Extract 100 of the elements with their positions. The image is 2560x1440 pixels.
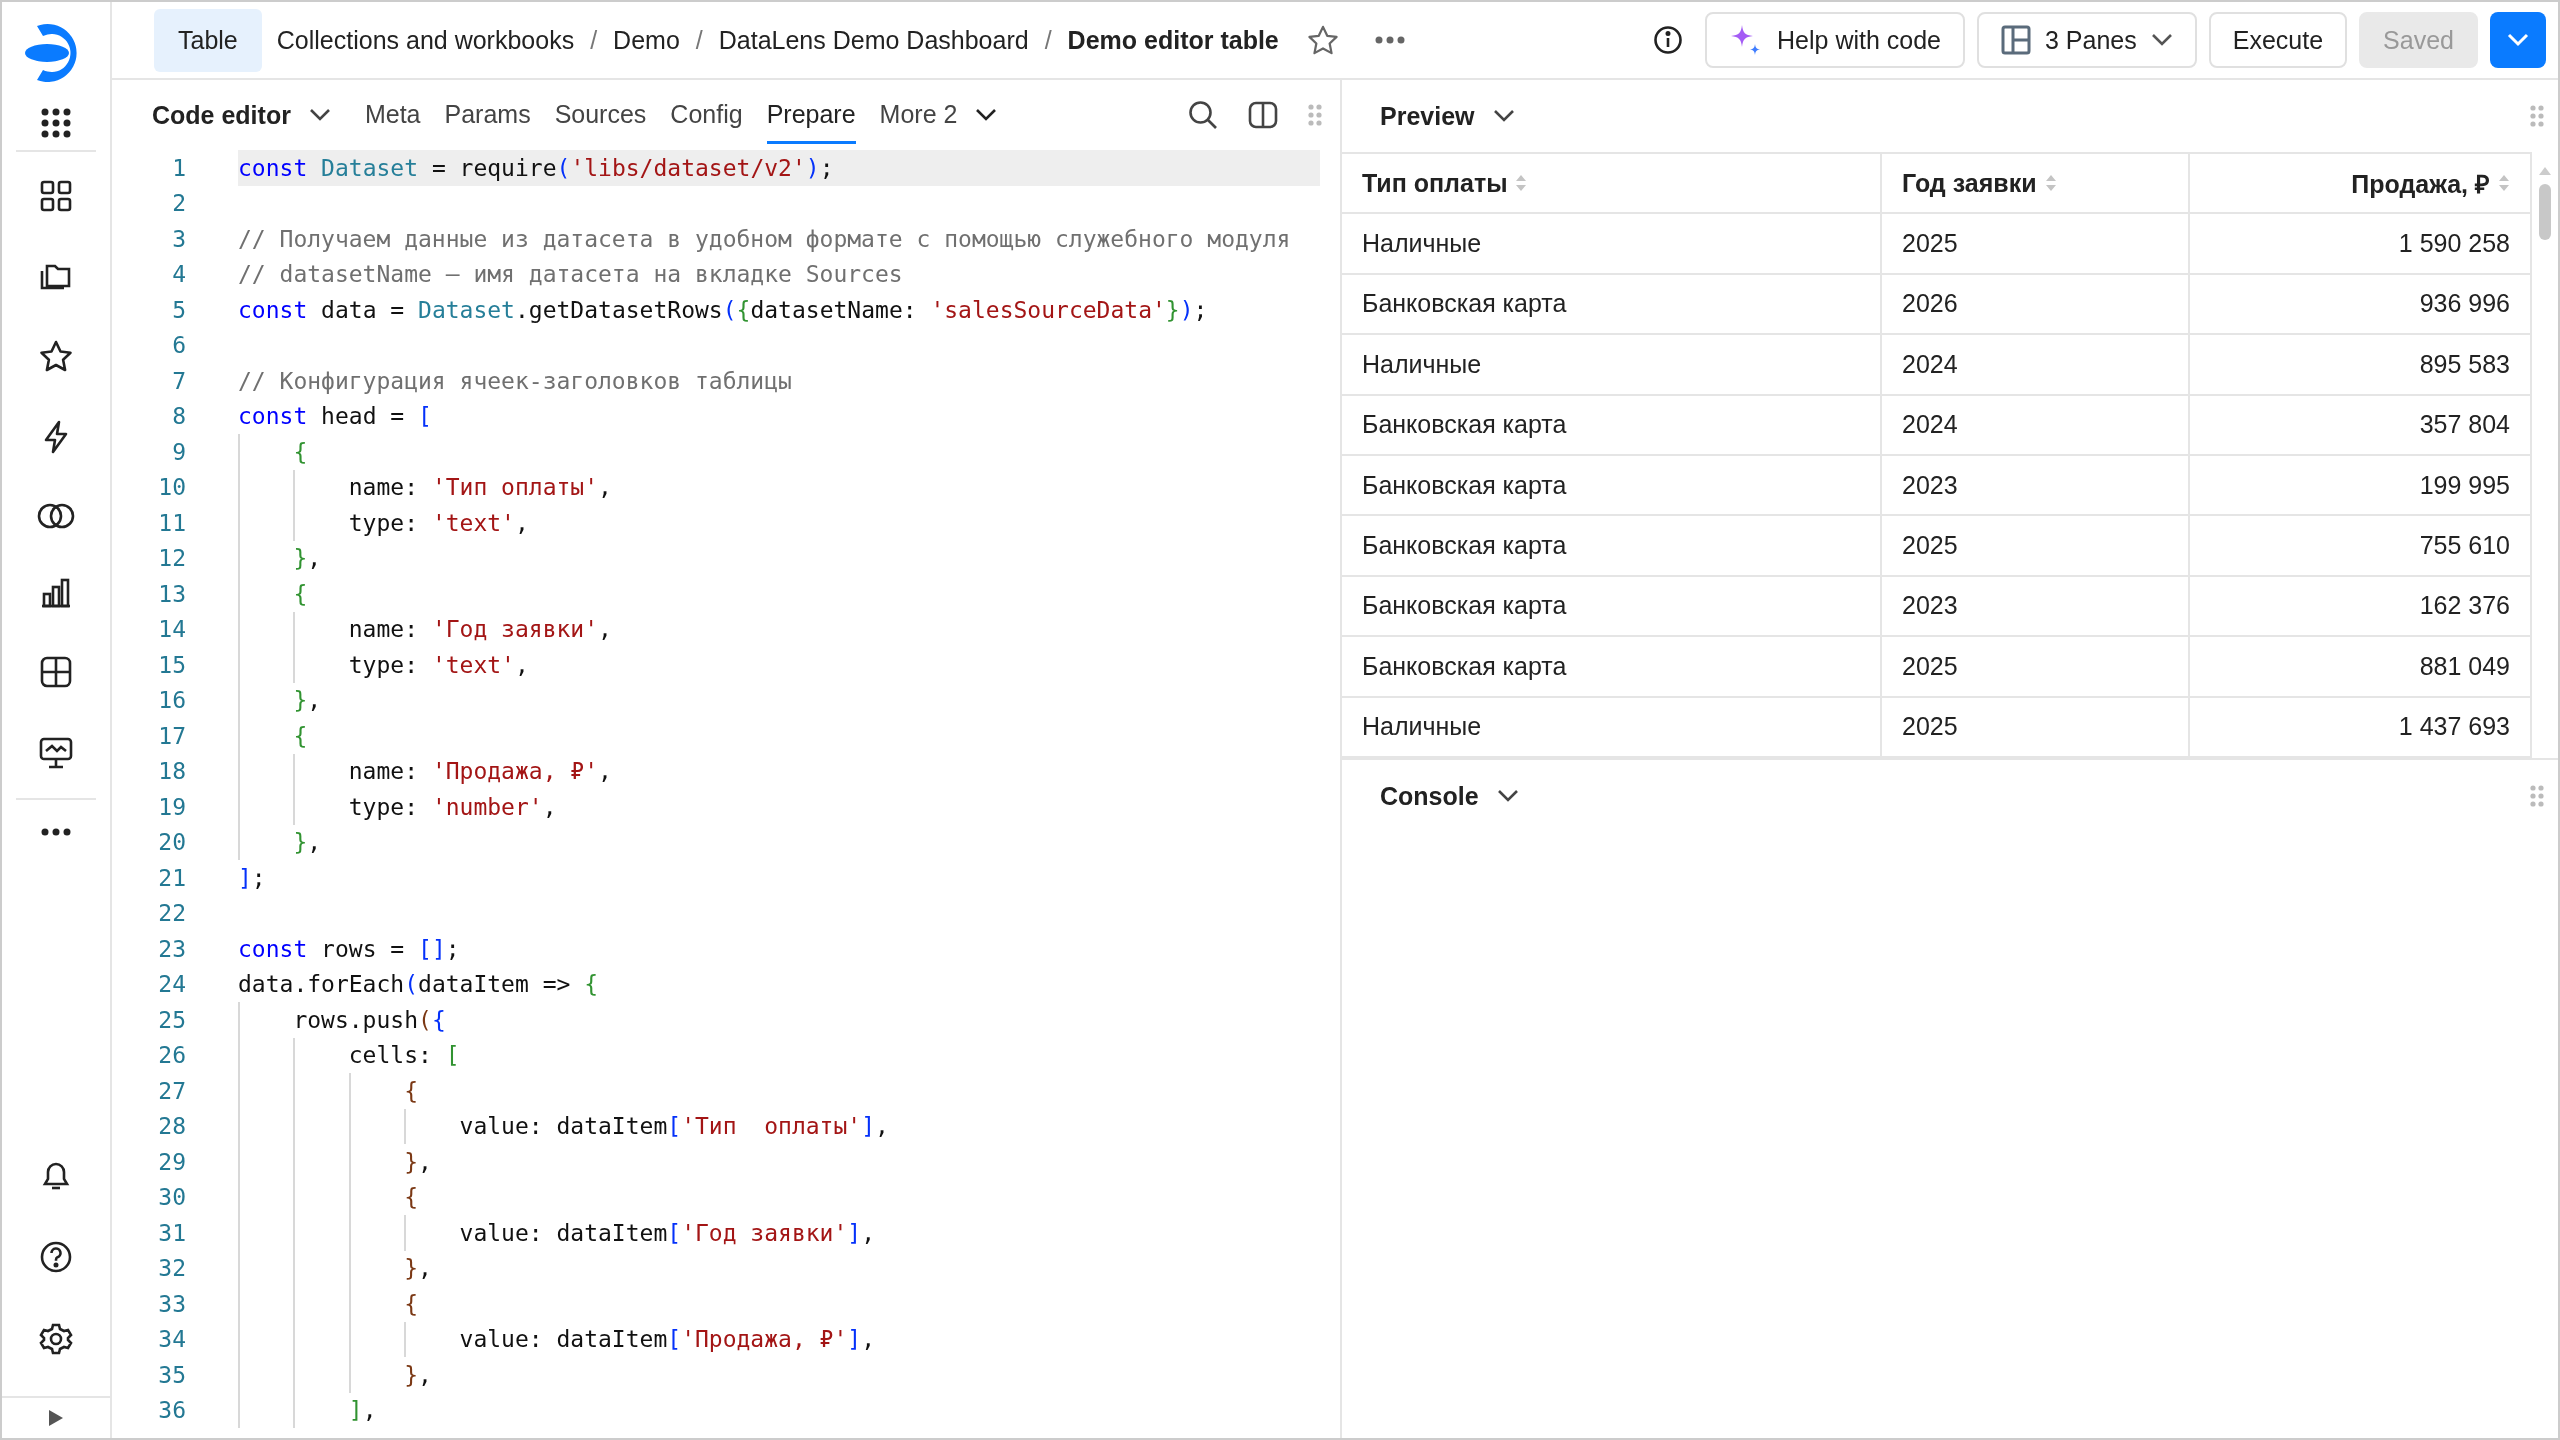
editor-tab[interactable]: Params (444, 86, 531, 144)
code-line: }, (403, 1361, 432, 1388)
editor-tab[interactable]: Sources (554, 86, 647, 144)
code-line: data.forEach(dataItem => { (238, 971, 599, 998)
scrollbar-thumb[interactable] (2539, 184, 2551, 240)
table-cell: 2025 (1902, 531, 1958, 560)
breadcrumb-link[interactable]: DataLens Demo Dashboard (718, 25, 1029, 55)
bar-chart-icon[interactable] (40, 578, 72, 608)
table-cell: 1 437 693 (2398, 712, 2510, 741)
code-line: value: dataItem['Тип оплаты'], (458, 1113, 889, 1140)
page-title: Demo editor table (1067, 25, 1279, 55)
code-line: ], (347, 1397, 377, 1424)
table-cell: Наличные (1362, 712, 1482, 741)
entry-type-label: Table (154, 8, 262, 72)
toolbar-button[interactable]: 3 Panes (1977, 12, 2197, 68)
table-cell: Наличные (1362, 229, 1482, 258)
table-cell: 936 996 (2419, 289, 2510, 318)
editor-tab[interactable]: Prepare (766, 86, 856, 144)
line-number: 27 (157, 1077, 186, 1104)
line-number: 16 (157, 687, 186, 714)
expand-icon[interactable] (48, 1409, 64, 1427)
line-number: 18 (157, 758, 186, 785)
line-number: 25 (157, 1006, 186, 1033)
line-number: 34 (157, 1326, 186, 1353)
code-line: type: 'text', (347, 509, 529, 536)
line-number: 26 (157, 1042, 186, 1069)
line-number: 28 (157, 1113, 186, 1140)
table-cell: Банковская карта (1362, 531, 1567, 560)
chevron-down-icon (308, 108, 331, 122)
console-dropdown[interactable]: Console (1380, 781, 1519, 811)
line-number: 35 (157, 1361, 186, 1388)
chevron-down-icon (1492, 109, 1515, 123)
line-number: 13 (157, 580, 186, 607)
split-view-icon[interactable] (1248, 101, 1278, 129)
lightning-icon[interactable] (43, 420, 69, 454)
preview-dropdown[interactable]: Preview (1380, 101, 1515, 131)
line-number: 10 (157, 474, 186, 501)
line-number: 8 (171, 403, 186, 430)
code-line: { (292, 722, 308, 749)
table-cell: 2025 (1902, 712, 1958, 741)
line-number: 20 (157, 829, 186, 856)
line-number: 12 (157, 545, 186, 572)
line-number: 3 (171, 225, 186, 252)
breadcrumb-link[interactable]: Collections and workbooks (276, 25, 575, 55)
toolbar-button[interactable]: Execute (2208, 12, 2348, 68)
layout-icon (2001, 25, 2031, 55)
dashboard-grid-icon[interactable] (40, 180, 72, 212)
star-icon[interactable] (1306, 25, 1339, 55)
mode-dropdown[interactable]: Code editor (152, 100, 331, 130)
line-number: 14 (157, 616, 186, 643)
search-icon[interactable] (1188, 100, 1218, 130)
table-cell: Наличные (1362, 349, 1482, 378)
breadcrumb-link[interactable]: Demo (613, 25, 680, 55)
chevron-down-icon (2150, 33, 2173, 47)
code-line: type: 'text', (347, 651, 529, 678)
line-number: 21 (157, 864, 186, 891)
drag-handle-icon[interactable] (2530, 785, 2544, 807)
breadcrumb-separator: / (590, 25, 598, 55)
rings-icon[interactable] (37, 502, 75, 530)
table-cell: 2024 (1902, 410, 1958, 439)
star-icon[interactable] (39, 340, 73, 372)
chevron-down-icon (1496, 789, 1519, 803)
more-icon[interactable] (41, 828, 71, 836)
breadcrumb-separator: / (695, 25, 703, 55)
table-cell: 2023 (1902, 591, 1958, 620)
column-header[interactable]: Тип оплаты (1362, 168, 1508, 198)
code-line: const head = [ (238, 403, 432, 430)
code-line: const rows = []; (238, 935, 460, 962)
editor-tab[interactable]: Meta (364, 86, 421, 144)
table-cell: 2024 (1902, 349, 1958, 378)
toolbar-button[interactable]: Help with code (1705, 12, 1965, 68)
table-cell: 162 376 (2419, 591, 2510, 620)
table-cell: 2025 (1902, 651, 1958, 680)
table-cell: Банковская карта (1362, 410, 1567, 439)
code-line: }, (292, 545, 322, 572)
editor-tab[interactable]: Config (670, 86, 743, 144)
code-line: }, (292, 829, 322, 856)
line-number: 7 (171, 367, 186, 394)
code-line: rows.push({ (292, 1006, 446, 1033)
code-line: // datasetName — имя датасета на вкладке Sources (238, 261, 903, 288)
table-cell: 755 610 (2419, 531, 2510, 560)
apps-icon[interactable] (41, 108, 71, 138)
more-tabs-dropdown[interactable]: More 2 (879, 86, 998, 144)
settings-icon[interactable] (39, 1322, 73, 1356)
code-line: name: 'Тип оплаты', (347, 474, 612, 501)
info-icon[interactable] (1653, 25, 1684, 55)
drag-handle-icon[interactable] (1308, 104, 1322, 126)
monitor-chart-icon[interactable] (39, 736, 73, 770)
help-icon[interactable] (39, 1240, 73, 1274)
drag-handle-icon[interactable] (2530, 105, 2544, 127)
table-cell: 2023 (1902, 470, 1958, 499)
code-line: name: 'Год заявки', (347, 616, 612, 643)
line-number: 31 (157, 1219, 186, 1246)
line-number: 36 (157, 1397, 186, 1424)
dropdown-button[interactable] (2490, 12, 2546, 68)
table-icon[interactable] (40, 656, 72, 688)
table-cell: 357 804 (2419, 410, 2510, 439)
line-number: 17 (157, 722, 186, 749)
code-line: { (403, 1290, 418, 1317)
chevron-down-icon (2507, 33, 2529, 47)
